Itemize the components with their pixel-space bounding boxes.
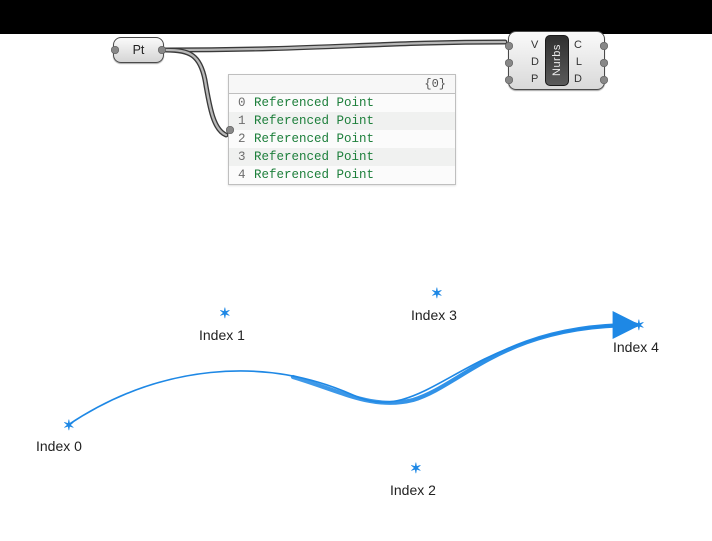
panel-path: {0} <box>229 75 455 94</box>
panel-row-value: Referenced Point <box>254 168 374 182</box>
point-label: Index 2 <box>390 482 436 498</box>
point-label: Index 4 <box>613 339 659 355</box>
port-grip-icon[interactable] <box>505 59 513 67</box>
port-grip-icon[interactable] <box>505 76 513 84</box>
panel-row: 2 Referenced Point <box>229 130 455 148</box>
nurbs-input-v[interactable]: V <box>531 37 538 54</box>
nurbs-output-c[interactable]: C <box>574 37 582 54</box>
nurbs-label: Nurbs <box>545 35 569 86</box>
port-grip-icon[interactable] <box>600 76 608 84</box>
panel-row-value: Referenced Point <box>254 150 374 164</box>
point-marker-icon: ✶ <box>633 320 643 330</box>
point-marker-icon: ✶ <box>219 308 229 318</box>
port-grip-icon[interactable] <box>600 42 608 50</box>
panel-row-index: 2 <box>238 132 248 146</box>
data-panel[interactable]: {0} 0Referenced Point 1Referenced Point … <box>228 74 456 185</box>
panel-row: 3 Referenced Point <box>229 148 455 166</box>
point-label: Index 1 <box>199 327 245 343</box>
panel-row-index: 4 <box>238 168 248 182</box>
toolbar-strip <box>0 0 712 34</box>
panel-row: 1 Referenced Point <box>229 112 455 130</box>
nurbs-output-l[interactable]: L <box>576 54 582 71</box>
panel-row-index: 1 <box>238 114 248 128</box>
nurbs-input-p[interactable]: P <box>531 71 538 88</box>
viewport: ✶ ✶ ✶ ✶ ✶ Index 0 Index 1 Index 2 Index … <box>33 270 673 510</box>
panel-row-index: 0 <box>238 96 248 110</box>
nurbs-output-d[interactable]: D <box>574 71 582 88</box>
point-label: Index 3 <box>411 307 457 323</box>
port-grip-icon[interactable] <box>505 42 513 50</box>
port-grip-icon[interactable] <box>600 59 608 67</box>
panel-row: 4 Referenced Point <box>229 166 455 184</box>
panel-row-value: Referenced Point <box>254 114 374 128</box>
point-marker-icon: ✶ <box>63 420 73 430</box>
point-param-node[interactable]: Pt <box>113 37 164 63</box>
nurbs-input-d[interactable]: D <box>531 54 539 71</box>
panel-row-value: Referenced Point <box>254 96 374 110</box>
panel-row: 0 Referenced Point <box>229 94 455 112</box>
nurbs-curve <box>33 270 673 510</box>
panel-row-value: Referenced Point <box>254 132 374 146</box>
nurbs-curve-node[interactable]: V D P Nurbs C L D <box>508 31 605 90</box>
point-label: Index 0 <box>36 438 82 454</box>
panel-row-index: 3 <box>238 150 248 164</box>
point-marker-icon: ✶ <box>431 288 441 298</box>
point-marker-icon: ✶ <box>410 463 420 473</box>
point-param-label: Pt <box>133 43 145 57</box>
